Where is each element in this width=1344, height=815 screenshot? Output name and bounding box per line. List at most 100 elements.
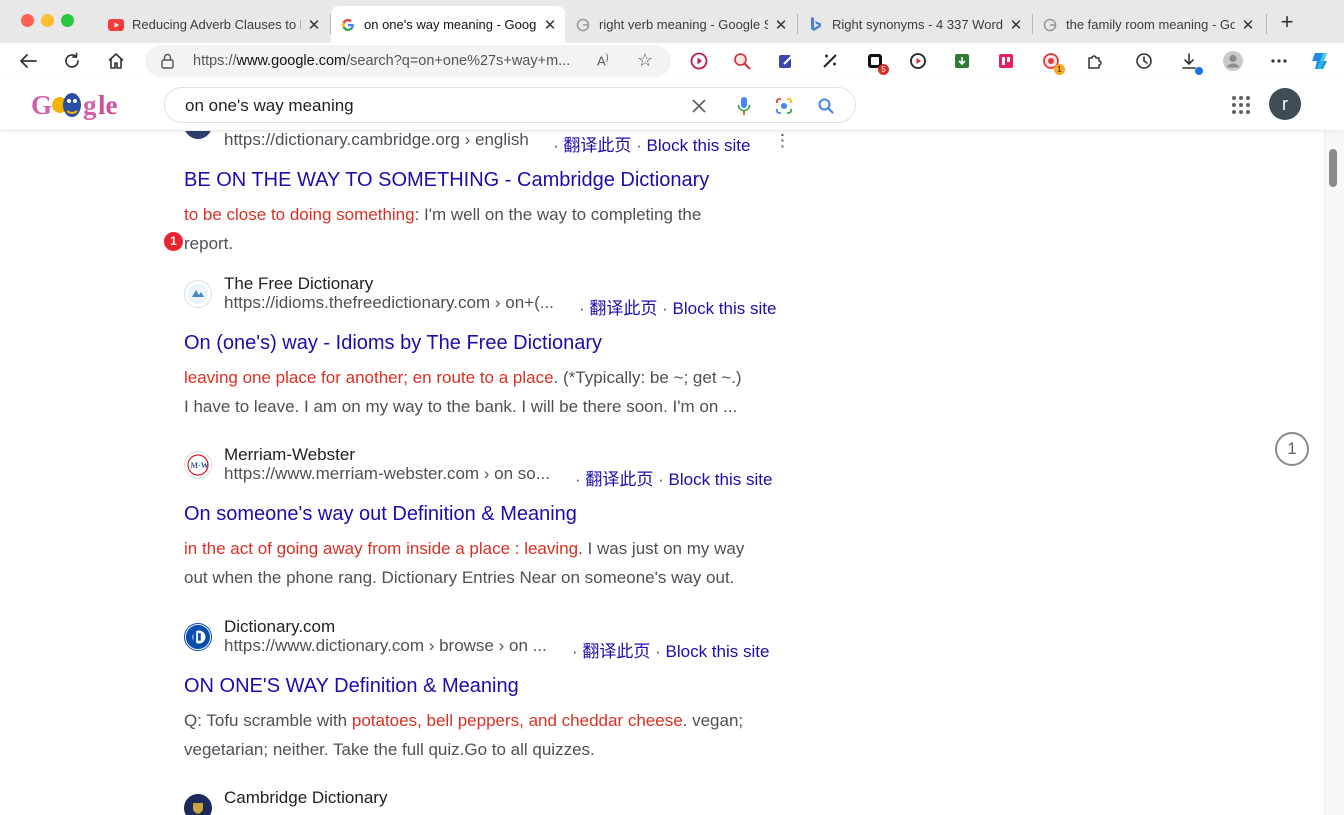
copilot-icon[interactable] bbox=[1310, 50, 1332, 72]
board-extension-icon[interactable] bbox=[995, 50, 1017, 72]
download-dot-badge bbox=[1195, 67, 1203, 75]
tab-bing-synonyms[interactable]: Right synonyms - 4 337 Words ✕ bbox=[799, 6, 1031, 43]
lock-icon bbox=[161, 53, 174, 69]
result-snippet: to be close to doing something: I'm well… bbox=[184, 205, 702, 253]
tab-separator bbox=[797, 14, 798, 34]
search-result: Cambridge Dictionary bbox=[184, 788, 794, 815]
result-snippet: Q: Tofu scramble with potatoes, bell pep… bbox=[184, 711, 744, 759]
vertical-scrollbar[interactable] bbox=[1324, 131, 1344, 815]
tab-close-icon[interactable]: ✕ bbox=[1007, 16, 1025, 34]
media-play-extension-icon[interactable] bbox=[688, 50, 710, 72]
address-bar[interactable]: https://www.google.com/search?q=on+one%2… bbox=[145, 45, 671, 77]
new-tab-button[interactable]: + bbox=[1276, 11, 1298, 34]
record-extension-icon[interactable]: 1 bbox=[1040, 50, 1065, 75]
translate-link[interactable]: 翻译此页 bbox=[563, 136, 631, 155]
result-snippet: in the act of going away from inside a p… bbox=[184, 539, 745, 587]
history-icon[interactable] bbox=[1133, 50, 1155, 72]
magic-wand-extension-icon[interactable] bbox=[819, 50, 841, 72]
more-options-icon[interactable]: ⋮ bbox=[774, 131, 791, 151]
translate-link[interactable]: 翻译此页 bbox=[585, 470, 653, 489]
block-site-link[interactable]: Block this site bbox=[647, 136, 751, 155]
svg-text:G: G bbox=[31, 90, 52, 120]
more-options-icon[interactable] bbox=[1268, 50, 1290, 72]
page-indicator-badge[interactable]: 1 bbox=[1275, 432, 1309, 466]
tab-separator bbox=[1266, 14, 1267, 34]
address-url: https://www.google.com/search?q=on+one%2… bbox=[193, 53, 571, 69]
result-url[interactable]: https://dictionary.cambridge.org › engli… bbox=[224, 131, 529, 150]
tab-close-icon[interactable]: ✕ bbox=[772, 16, 790, 34]
browser-toolbar: https://www.google.com/search?q=on+one%2… bbox=[0, 43, 1344, 79]
search-input[interactable] bbox=[185, 95, 665, 117]
result-url-actions: · 翻译此页 · Block this site bbox=[579, 299, 777, 318]
scrollbar-thumb[interactable] bbox=[1329, 149, 1337, 187]
cambridge-favicon-icon bbox=[184, 131, 212, 139]
search-results: https://dictionary.cambridge.org › engli… bbox=[0, 131, 1324, 815]
search-result: The Free Dictionary https://idioms.thefr… bbox=[184, 274, 794, 421]
search-box[interactable] bbox=[164, 87, 856, 123]
result-url-actions: · 翻译此页 · Block this site bbox=[575, 470, 773, 489]
tab-title: right verb meaning - Google S bbox=[599, 17, 768, 32]
google-apps-grid-icon[interactable] bbox=[1231, 95, 1251, 115]
ext-with-badge-icon[interactable]: 5 bbox=[864, 50, 889, 75]
translate-link[interactable]: 翻译此页 bbox=[589, 299, 657, 318]
translate-link[interactable]: 翻译此页 bbox=[582, 642, 650, 661]
tab-close-icon[interactable]: ✕ bbox=[541, 16, 559, 34]
block-site-link[interactable]: Block this site bbox=[666, 642, 770, 661]
fullscreen-window-button[interactable] bbox=[61, 14, 74, 27]
google-doodle-logo[interactable]: G g le bbox=[31, 87, 123, 123]
downloads-icon[interactable] bbox=[1178, 50, 1203, 75]
google-search-header: G g le r bbox=[0, 79, 1344, 131]
result-title-link[interactable]: BE ON THE WAY TO SOMETHING - Cambridge D… bbox=[184, 169, 794, 192]
search-submit-icon[interactable] bbox=[816, 96, 836, 116]
favorite-star-icon[interactable]: ☆ bbox=[637, 50, 653, 71]
profile-icon[interactable] bbox=[1222, 50, 1244, 72]
result-source: Dictionary.com https://www.dictionary.co… bbox=[184, 617, 794, 661]
tab-close-icon[interactable]: ✕ bbox=[305, 16, 323, 34]
tab-close-icon[interactable]: ✕ bbox=[1239, 16, 1257, 34]
merriam-webster-favicon-icon: M·W bbox=[184, 451, 212, 479]
result-title-link[interactable]: On someone's way out Definition & Meanin… bbox=[184, 503, 794, 526]
tab-youtube[interactable]: Reducing Adverb Clauses to P ✕ bbox=[99, 6, 329, 43]
result-site-name: The Free Dictionary bbox=[224, 274, 374, 293]
extensions-puzzle-icon[interactable] bbox=[1084, 50, 1106, 72]
result-url[interactable]: https://idioms.thefreedictionary.com › o… bbox=[224, 293, 554, 313]
block-site-link[interactable]: Block this site bbox=[669, 470, 773, 489]
search-result: https://dictionary.cambridge.org › engli… bbox=[184, 131, 794, 258]
step-marker-badge: 1 bbox=[164, 232, 183, 251]
tab-title: Right synonyms - 4 337 Words bbox=[832, 17, 1003, 32]
back-arrow-icon bbox=[20, 54, 37, 68]
svg-text:M·W: M·W bbox=[191, 461, 209, 470]
google-icon bbox=[575, 17, 591, 33]
video-capture-extension-icon[interactable] bbox=[907, 50, 929, 72]
result-source: Cambridge Dictionary bbox=[184, 788, 794, 815]
result-title-link[interactable]: On (one's) way - Idioms by The Free Dict… bbox=[184, 332, 794, 355]
minimize-window-button[interactable] bbox=[41, 14, 54, 27]
account-avatar[interactable]: r bbox=[1269, 88, 1301, 120]
block-site-link[interactable]: Block this site bbox=[673, 299, 777, 318]
result-source: M·W Merriam-Webster https://www.merriam-… bbox=[184, 445, 794, 489]
result-site-name: Cambridge Dictionary bbox=[224, 788, 388, 807]
back-button[interactable] bbox=[16, 49, 40, 73]
edit-note-extension-icon[interactable] bbox=[775, 50, 797, 72]
clear-search-icon[interactable] bbox=[689, 96, 709, 116]
reload-button[interactable] bbox=[60, 49, 84, 73]
close-window-button[interactable] bbox=[21, 14, 34, 27]
voice-search-mic-icon[interactable] bbox=[734, 96, 754, 116]
tab-title: Reducing Adverb Clauses to P bbox=[132, 17, 301, 32]
google-icon bbox=[1042, 17, 1058, 33]
tab-active-google[interactable]: on one's way meaning - Goog ✕ bbox=[331, 6, 565, 43]
tab-bar: Reducing Adverb Clauses to P ✕ on one's … bbox=[0, 0, 1344, 43]
read-aloud-icon[interactable]: A) bbox=[597, 52, 609, 68]
download-box-extension-icon[interactable] bbox=[951, 50, 973, 72]
tab-google-right-verb[interactable]: right verb meaning - Google S ✕ bbox=[566, 6, 796, 43]
result-url[interactable]: https://www.merriam-webster.com › on so.… bbox=[224, 464, 550, 484]
google-lens-icon[interactable] bbox=[774, 96, 794, 116]
home-button[interactable] bbox=[104, 49, 128, 73]
result-url-actions: · 翻译此页 · Block this site bbox=[553, 136, 751, 155]
search-zoom-extension-icon[interactable] bbox=[731, 50, 753, 72]
search-result: Dictionary.com https://www.dictionary.co… bbox=[184, 617, 794, 764]
result-url[interactable]: https://www.dictionary.com › browse › on… bbox=[224, 636, 547, 656]
result-title-link[interactable]: ON ONE'S WAY Definition & Meaning bbox=[184, 675, 794, 698]
result-source: The Free Dictionary https://idioms.thefr… bbox=[184, 274, 794, 318]
tab-google-family-room[interactable]: the family room meaning - Go ✕ bbox=[1033, 6, 1263, 43]
